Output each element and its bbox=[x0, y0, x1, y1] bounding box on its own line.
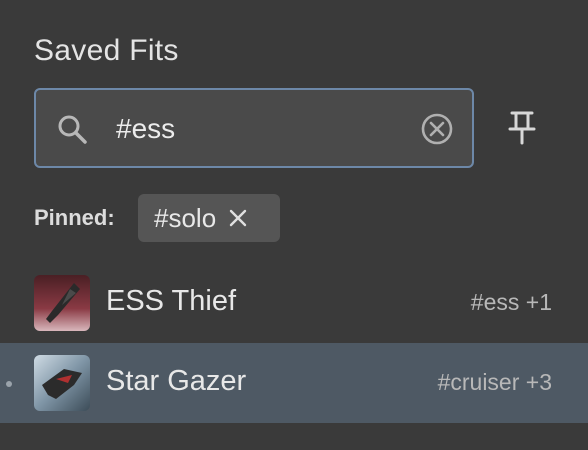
search-box[interactable] bbox=[34, 88, 474, 168]
close-icon[interactable] bbox=[228, 208, 248, 228]
pin-icon[interactable] bbox=[506, 110, 538, 146]
fit-row-selected[interactable]: Star Gazer #cruiser +3 bbox=[0, 343, 588, 423]
fit-name: ESS Thief bbox=[106, 285, 237, 317]
pinned-tag-label: #solo bbox=[154, 202, 217, 233]
pinned-label: Pinned: bbox=[34, 205, 115, 230]
clear-circle-icon[interactable] bbox=[420, 112, 454, 146]
fit-tags: #ess +1 bbox=[470, 289, 552, 315]
ship-thumbnail bbox=[34, 275, 90, 331]
selection-dot bbox=[6, 381, 12, 387]
fit-tags: #cruiser +3 bbox=[437, 369, 552, 395]
panel-title: Saved Fits bbox=[34, 34, 179, 67]
search-input[interactable] bbox=[116, 108, 406, 150]
pinned-tag-chip[interactable]: #solo bbox=[138, 194, 280, 242]
fit-name: Star Gazer bbox=[106, 365, 247, 397]
search-icon bbox=[58, 115, 87, 144]
fit-row[interactable]: ESS Thief #ess +1 bbox=[0, 263, 588, 343]
ship-thumbnail bbox=[34, 355, 90, 411]
